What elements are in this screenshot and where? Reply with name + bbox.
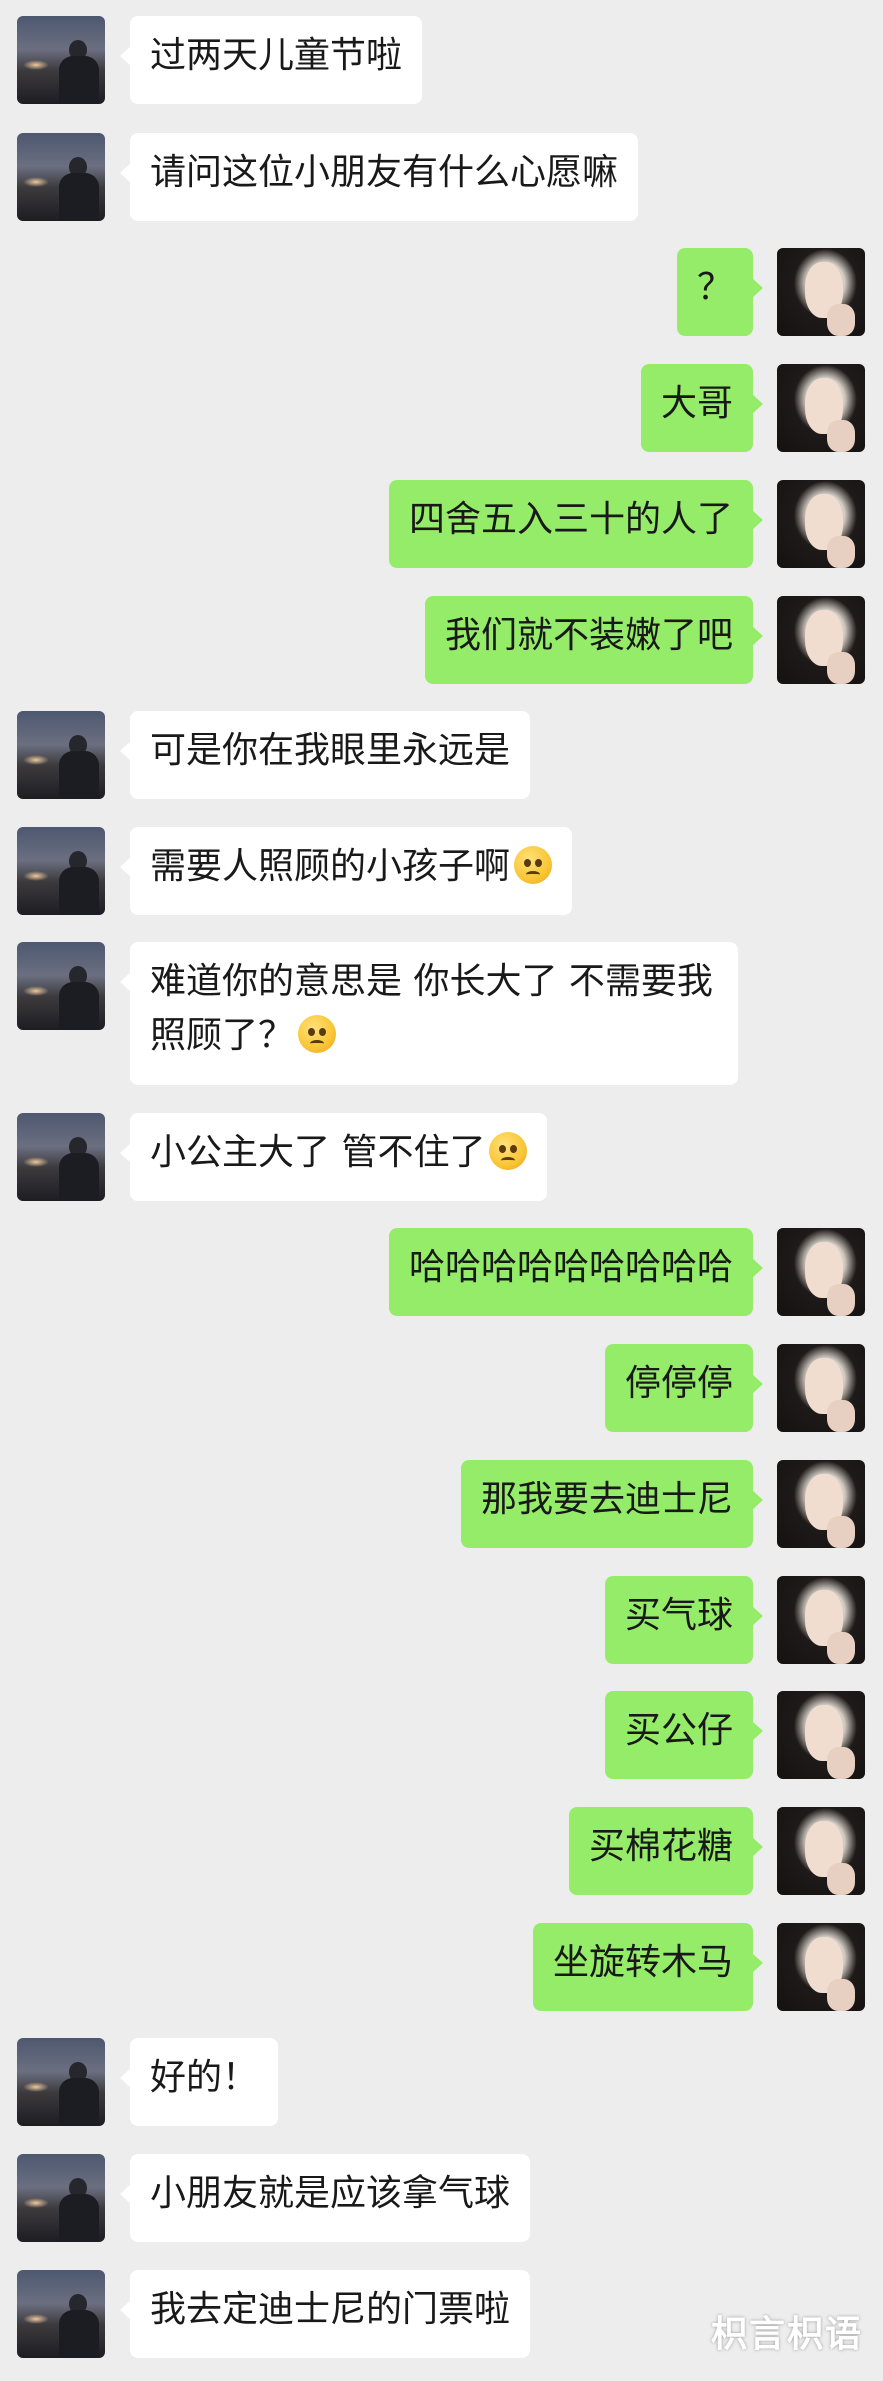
message-bubble[interactable]: 停停停 (604, 1344, 764, 1432)
sad-face-emoji (514, 846, 553, 884)
message-text: 那我要去迪士尼 (480, 1479, 733, 1520)
my-avatar[interactable] (777, 364, 865, 452)
message-bubble[interactable]: 小朋友就是应该拿气球 (119, 2154, 531, 2242)
message-bubble[interactable]: 我们就不装嫩了吧 (424, 596, 764, 684)
message-bubble[interactable]: 四舍五入三十的人了 (388, 480, 764, 568)
message-bubble[interactable]: 好的！ (119, 2038, 279, 2126)
message-bubble[interactable]: 那我要去迪士尼 (460, 1460, 764, 1548)
message-text: 可是你在我眼里永远是 (150, 730, 511, 771)
sad-face-emoji (489, 1132, 528, 1170)
my-avatar[interactable] (777, 1807, 865, 1895)
message-text: 请问这位小朋友有什么心愿嘛 (150, 152, 619, 193)
message-bubble[interactable]: 买气球 (604, 1576, 764, 1664)
my-avatar[interactable] (777, 1691, 865, 1779)
contact-avatar[interactable] (17, 2038, 105, 2126)
message-text: 停停停 (624, 1363, 733, 1404)
message-bubble[interactable]: 小公主大了 管不住了 (119, 1113, 548, 1201)
message-text: 我去定迪士尼的门票啦 (150, 2289, 511, 2330)
my-avatar[interactable] (777, 1228, 865, 1316)
message-bubble[interactable]: 大哥 (640, 364, 764, 452)
contact-avatar[interactable] (17, 2154, 105, 2242)
my-avatar[interactable] (777, 1460, 865, 1548)
message-text: 难道你的意思是 你长大了 不需要我照顾了？ (150, 961, 713, 1056)
message-text: 需要人照顾的小孩子啊 (150, 846, 511, 887)
message-bubble[interactable]: 过两天儿童节啦 (119, 16, 423, 104)
message-text: 小朋友就是应该拿气球 (150, 2173, 511, 2214)
message-text: 过两天儿童节啦 (150, 35, 403, 76)
my-avatar[interactable] (777, 1576, 865, 1664)
message-bubble[interactable]: 我去定迪士尼的门票啦 (119, 2270, 531, 2358)
message-text: 大哥 (660, 383, 733, 424)
chat-history: 过两天儿童节啦 请问这位小朋友有什么心愿嘛 ？ 大哥 四舍五入三十的人了 我们就… (0, 0, 883, 2381)
message-text: 哈哈哈哈哈哈哈哈哈 (408, 1247, 733, 1288)
message-bubble[interactable]: ？ (676, 248, 764, 336)
message-bubble[interactable]: 需要人照顾的小孩子啊 (119, 827, 573, 915)
message-text: 买公仔 (624, 1710, 733, 1751)
message-text: 小公主大了 管不住了 (150, 1132, 486, 1173)
contact-avatar[interactable] (17, 827, 105, 915)
message-text: ？ (696, 267, 733, 308)
message-text: 好的！ (150, 2057, 259, 2098)
message-bubble[interactable]: 买公仔 (604, 1691, 764, 1779)
message-bubble[interactable]: 可是你在我眼里永远是 (119, 711, 531, 799)
contact-avatar[interactable] (17, 16, 105, 104)
my-avatar[interactable] (777, 480, 865, 568)
message-bubble[interactable]: 坐旋转木马 (532, 1923, 764, 2011)
message-text: 买气球 (624, 1595, 733, 1636)
my-avatar[interactable] (777, 1923, 865, 2011)
my-avatar[interactable] (777, 248, 865, 336)
message-text: 四舍五入三十的人了 (408, 499, 733, 540)
contact-avatar[interactable] (17, 1113, 105, 1201)
contact-avatar[interactable] (17, 2270, 105, 2358)
message-bubble[interactable]: 难道你的意思是 你长大了 不需要我照顾了？ (120, 942, 738, 1085)
message-bubble[interactable]: 哈哈哈哈哈哈哈哈哈 (388, 1228, 764, 1316)
contact-avatar[interactable] (17, 133, 105, 221)
message-text: 坐旋转木马 (552, 1942, 733, 1983)
sad-face-emoji (298, 1015, 337, 1053)
my-avatar[interactable] (777, 1344, 865, 1432)
message-text: 我们就不装嫩了吧 (444, 615, 733, 656)
message-text: 买棉花糖 (588, 1826, 733, 1867)
my-avatar[interactable] (777, 596, 865, 684)
watermark: 枳言枳语 (710, 2314, 863, 2355)
contact-avatar[interactable] (17, 942, 105, 1030)
message-bubble[interactable]: 买棉花糖 (568, 1807, 764, 1895)
contact-avatar[interactable] (17, 711, 105, 799)
message-bubble[interactable]: 请问这位小朋友有什么心愿嘛 (119, 133, 639, 221)
